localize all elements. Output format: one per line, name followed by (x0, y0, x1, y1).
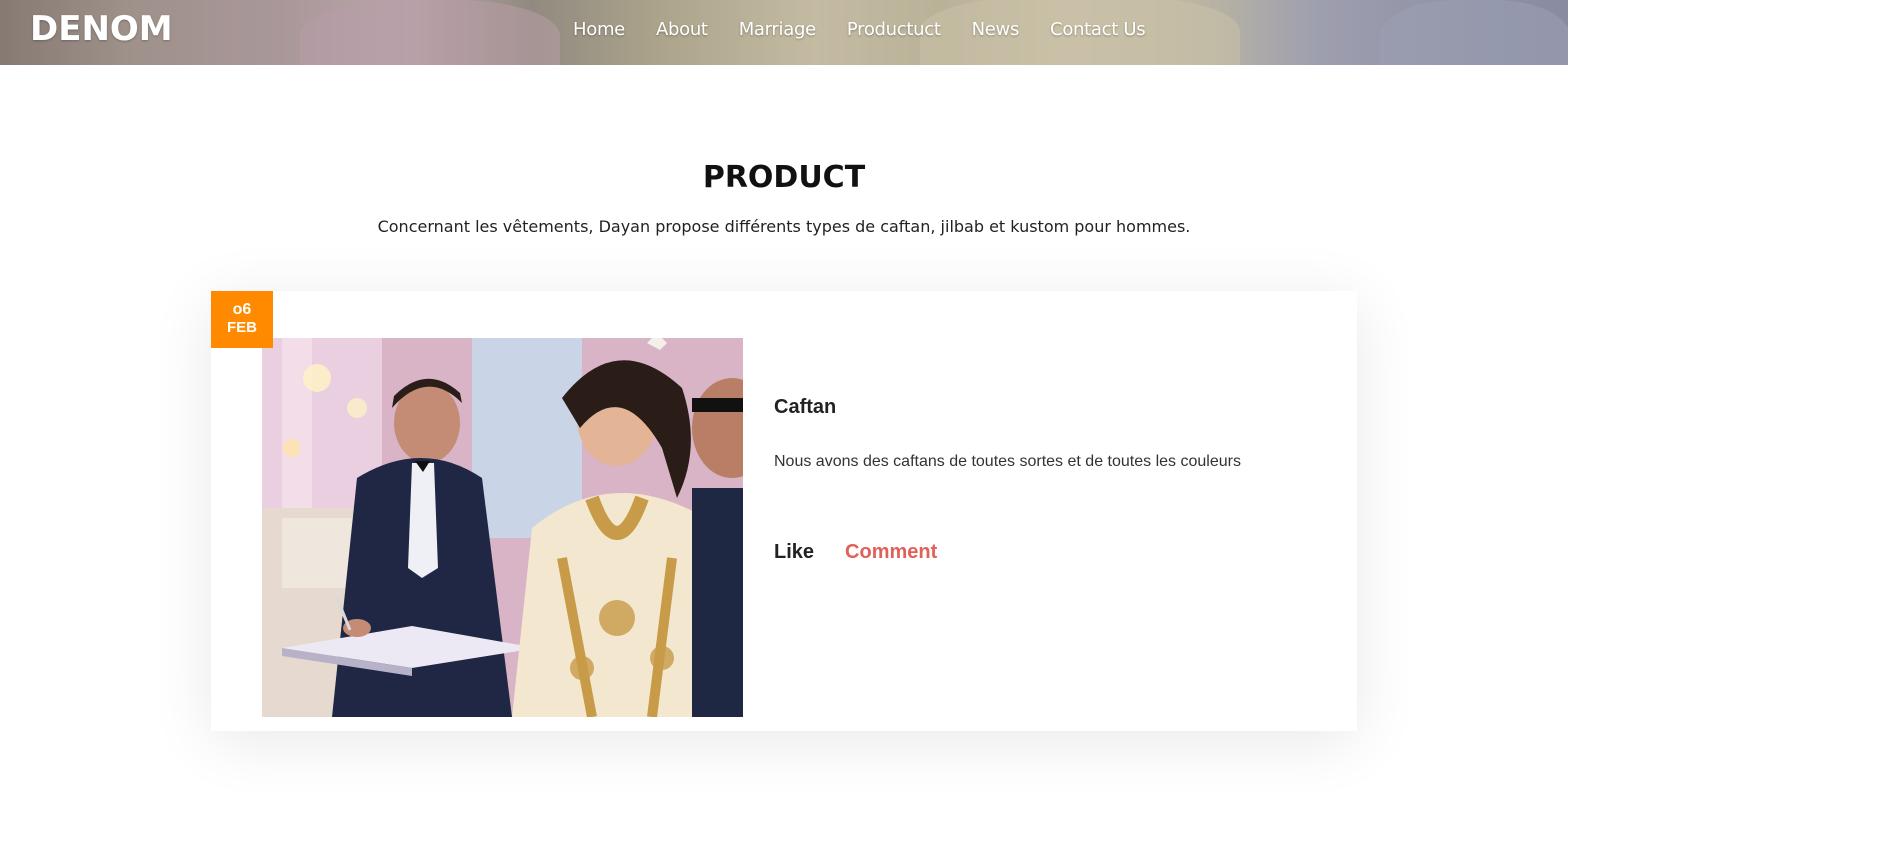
product-image[interactable] (262, 338, 743, 717)
section-subtitle: Concernant les vêtements, Dayan propose … (377, 217, 1191, 236)
section-title: PRODUCT (702, 160, 866, 195)
site-logo[interactable]: DENOM (30, 9, 173, 49)
date-badge: o6 FEB (211, 291, 273, 348)
nav-news[interactable]: News (972, 19, 1020, 40)
comment-button[interactable]: Comment (845, 541, 937, 564)
wedding-photo-illustration (262, 338, 743, 717)
post-description: Nous avons des caftans de toutes sortes … (774, 453, 1241, 470)
nav-marriage[interactable]: Marriage (739, 19, 816, 40)
post-title[interactable]: Caftan (774, 396, 836, 419)
like-button[interactable]: Like (774, 541, 814, 564)
date-month: FEB (227, 319, 257, 336)
nav-contact[interactable]: Contact Us (1050, 19, 1146, 40)
nav-about[interactable]: About (656, 19, 708, 40)
main-nav: Home About Marriage Productuct News Cont… (573, 19, 1146, 40)
site-header: DENOM Home About Marriage Productuct New… (0, 0, 1568, 65)
nav-home[interactable]: Home (573, 19, 625, 40)
nav-product[interactable]: Productuct (847, 19, 941, 40)
post-actions: Like Comment (774, 541, 937, 564)
date-day: o6 (232, 301, 252, 318)
